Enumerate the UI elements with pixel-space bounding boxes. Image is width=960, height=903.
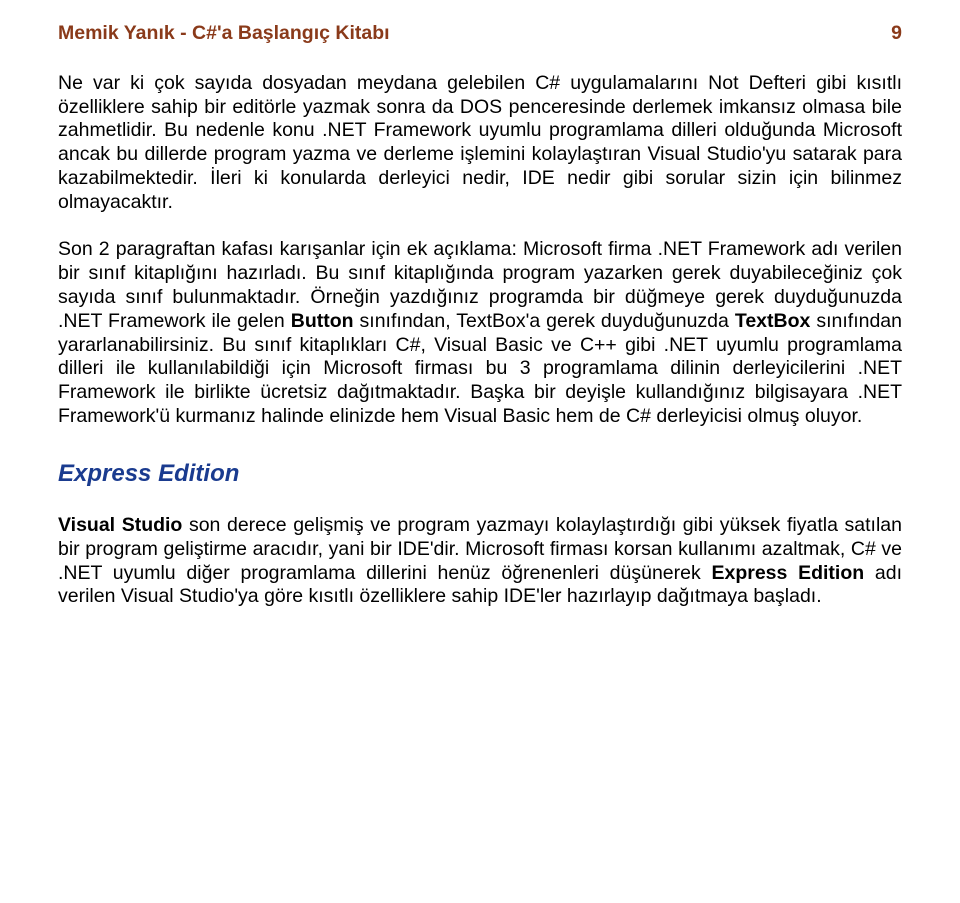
page-number: 9 — [891, 22, 902, 46]
paragraph-3: Visual Studio son derece gelişmiş ve pro… — [58, 514, 902, 609]
paragraph-2-text-b: sınıfından, TextBox'a gerek duyduğunuzda — [354, 310, 735, 332]
term-button: Button — [291, 310, 354, 332]
term-express-edition: Express Edition — [711, 562, 864, 584]
page-container: Memik Yanık - C#'a Başlangıç Kitabı 9 Ne… — [0, 0, 960, 649]
paragraph-2: Son 2 paragraftan kafası karışanlar için… — [58, 238, 902, 428]
paragraph-1: Ne var ki çok sayıda dosyadan meydana ge… — [58, 72, 902, 215]
term-visual-studio: Visual Studio — [58, 514, 182, 536]
section-heading-express-edition: Express Edition — [58, 459, 902, 488]
book-title: Memik Yanık - C#'a Başlangıç Kitabı — [58, 22, 390, 46]
page-header: Memik Yanık - C#'a Başlangıç Kitabı 9 — [58, 22, 902, 46]
term-textbox: TextBox — [735, 310, 811, 332]
